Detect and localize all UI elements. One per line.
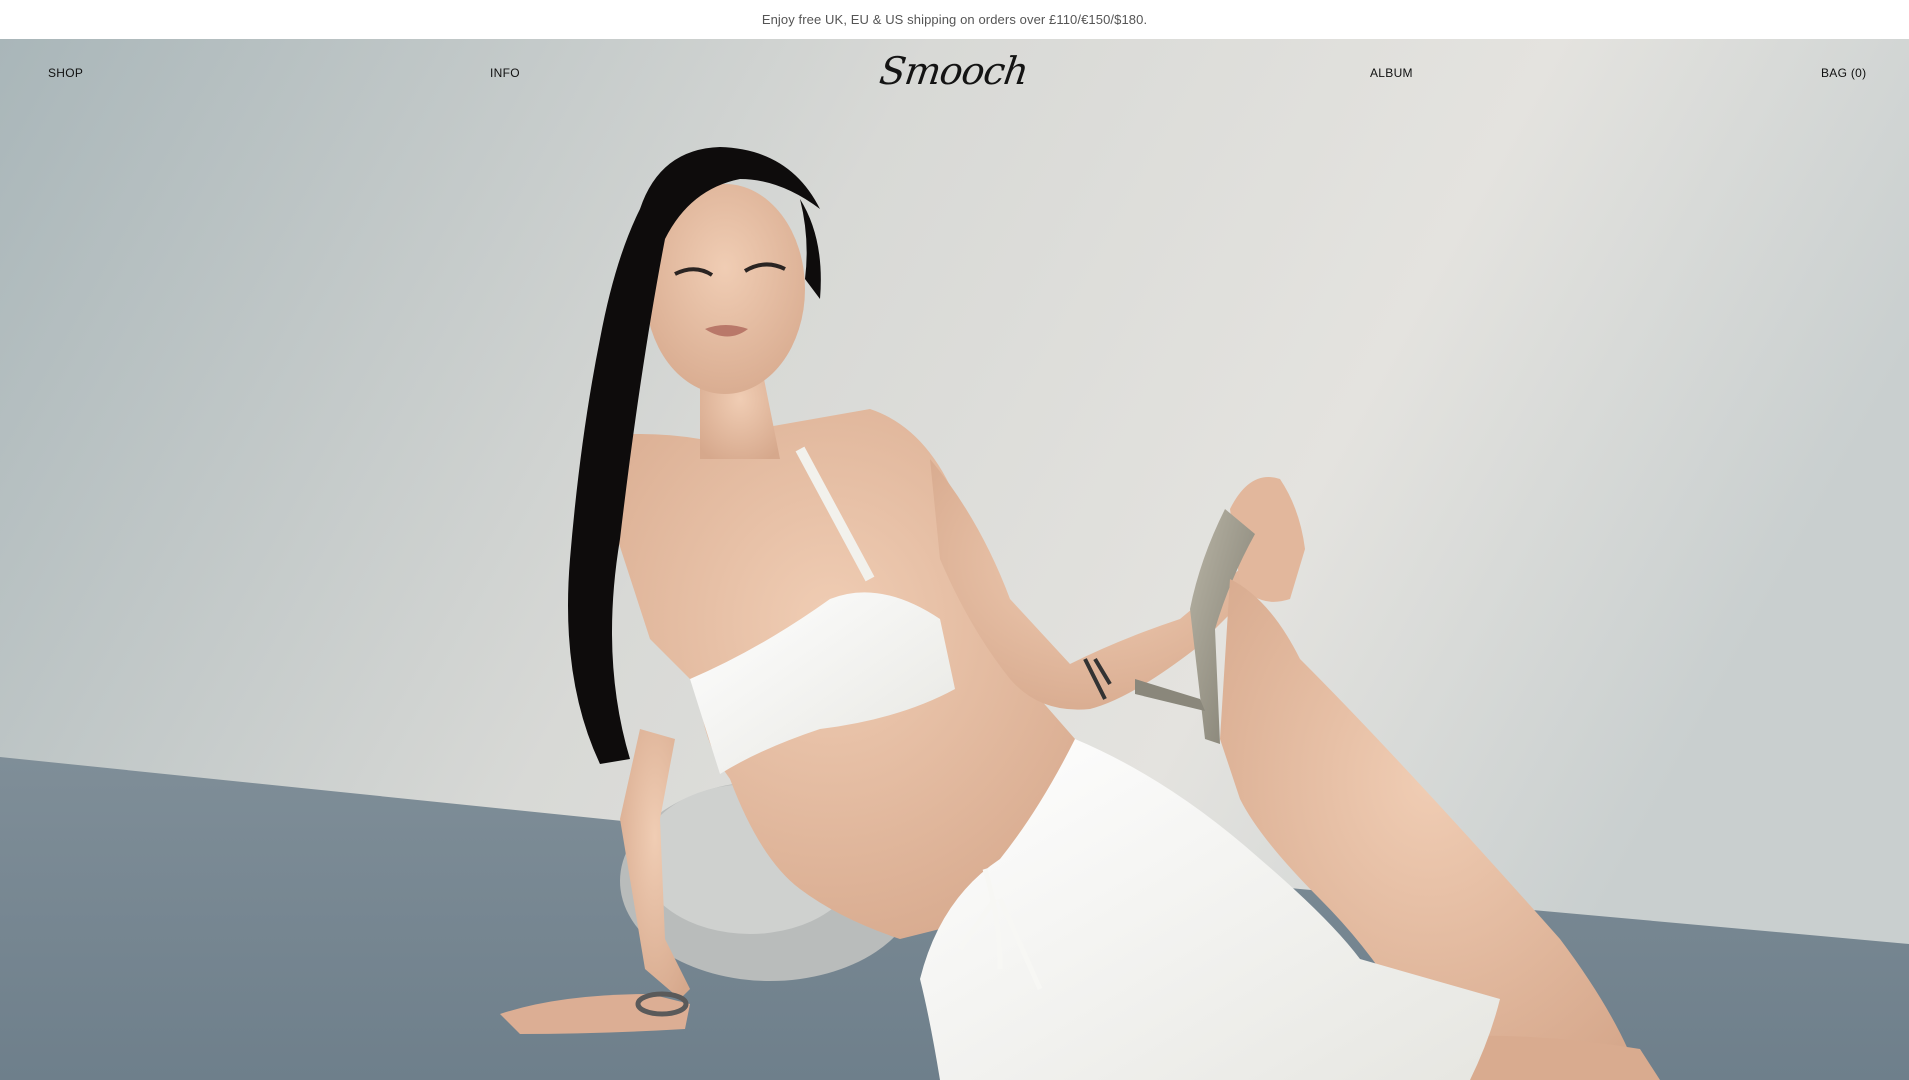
brand-logo[interactable]: Smooch — [877, 49, 1031, 93]
hero-image — [0, 39, 1909, 1080]
main-nav: SHOP INFO Smooch ALBUM BAG (0) — [0, 39, 1909, 105]
nav-shop-link[interactable]: SHOP — [48, 66, 83, 80]
hero-photo — [0, 39, 1909, 1080]
announcement-text: Enjoy free UK, EU & US shipping on order… — [761, 12, 1148, 27]
nav-album-link[interactable]: ALBUM — [1370, 66, 1413, 80]
announcement-bar: Enjoy free UK, EU & US shipping on order… — [0, 0, 1909, 39]
bag-link[interactable]: BAG (0) — [1821, 66, 1866, 80]
nav-info-link[interactable]: INFO — [490, 66, 520, 80]
